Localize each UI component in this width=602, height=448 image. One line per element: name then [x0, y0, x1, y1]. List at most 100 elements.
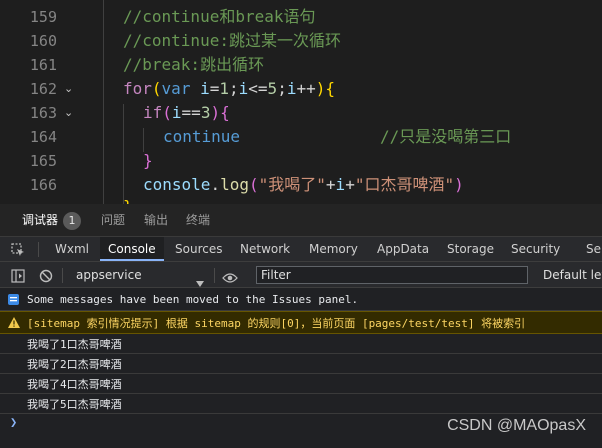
- punctuation: ;: [277, 79, 287, 98]
- identifier: i: [190, 79, 210, 98]
- comment: //break:跳出循环: [123, 55, 265, 74]
- operator: +: [345, 175, 355, 194]
- function: log: [220, 175, 249, 194]
- console-output[interactable]: Some messages have been moved to the Iss…: [0, 288, 602, 448]
- bracket: }: [143, 151, 153, 170]
- code-line: 164 continue //只是没喝第三口: [0, 125, 602, 149]
- line-number: 165: [29, 152, 57, 170]
- line-number: 166: [29, 176, 57, 194]
- bracket: (: [151, 79, 162, 98]
- console-message: Some messages have been moved to the Iss…: [0, 288, 602, 311]
- message-text: 我喝了4口杰哥啤酒: [27, 377, 122, 391]
- string: "口杰哥啤酒": [354, 175, 455, 194]
- line-number: 161: [29, 56, 57, 74]
- divider: [214, 268, 215, 283]
- tab-appdata[interactable]: AppData: [377, 237, 429, 261]
- context-selector[interactable]: appservice: [76, 262, 142, 288]
- tab-sources[interactable]: Sources: [175, 237, 222, 261]
- tab-output[interactable]: 输出: [144, 204, 168, 237]
- number: 1: [219, 79, 229, 98]
- tab-console[interactable]: Console: [100, 237, 164, 261]
- punctuation: .: [210, 175, 221, 194]
- code-line: 165 }: [0, 149, 602, 173]
- tab-sensors[interactable]: Sen: [586, 237, 602, 261]
- line-number: 160: [29, 32, 57, 50]
- tab-debugger[interactable]: 调试器: [22, 204, 58, 237]
- identifier: console: [143, 175, 211, 194]
- code-line: 163 ⌄ if(i==3){: [0, 101, 602, 125]
- devtools-tab-bar: Wxml Console Sources Network Memory AppD…: [0, 237, 602, 262]
- console-toolbar: appservice Default levels: [0, 262, 602, 288]
- tab-terminal[interactable]: 终端: [186, 204, 210, 237]
- tab-issues[interactable]: 问题: [101, 204, 125, 237]
- tab-memory[interactable]: Memory: [309, 237, 358, 261]
- bracket: (: [162, 103, 172, 122]
- number: 3: [200, 103, 211, 122]
- message-text: Some messages have been moved to the Iss…: [27, 292, 359, 306]
- message-text: 我喝了2口杰哥啤酒: [27, 357, 122, 371]
- clear-console-icon[interactable]: [39, 268, 53, 283]
- bracket: {: [325, 79, 336, 98]
- panel-tab-bar: 调试器 1 问题 输出 终端: [0, 204, 602, 237]
- bracket: {: [220, 103, 230, 122]
- eye-icon[interactable]: [222, 269, 238, 283]
- punctuation: ;: [229, 79, 239, 98]
- prompt-chevron-icon[interactable]: ❯: [10, 415, 17, 429]
- code-editor[interactable]: 159 //continue和break语句 160 //continue:跳过…: [0, 0, 602, 204]
- number: 5: [267, 79, 278, 98]
- keyword: for: [123, 79, 152, 98]
- tab-security[interactable]: Security: [511, 237, 560, 261]
- line-number: 164: [29, 128, 57, 146]
- console-log: 我喝了1口杰哥啤酒: [0, 334, 602, 354]
- code-line: 166 console.log("我喝了"+i+"口杰哥啤酒"): [0, 173, 602, 197]
- tab-network[interactable]: Network: [240, 237, 290, 261]
- bracket: (: [248, 175, 259, 194]
- watermark: CSDN @MAOpasX: [447, 417, 586, 434]
- operator: +: [325, 175, 336, 194]
- line-number: 162: [29, 80, 57, 98]
- code-line: 161 //break:跳出循环: [0, 53, 602, 77]
- divider: [62, 268, 63, 283]
- message-text: 我喝了5口杰哥啤酒: [27, 397, 122, 411]
- code-line: 160 //continue:跳过某一次循环: [0, 29, 602, 53]
- chevron-down-icon[interactable]: ⌄: [64, 101, 76, 125]
- keyword: if: [143, 103, 163, 122]
- sidebar-toggle-icon[interactable]: [11, 268, 25, 283]
- info-icon: [8, 294, 19, 305]
- issue-count-badge: 1: [63, 212, 81, 230]
- message-text: 我喝了1口杰哥啤酒: [27, 337, 122, 351]
- tab-storage[interactable]: Storage: [447, 237, 494, 261]
- divider: [38, 242, 39, 257]
- chevron-down-icon[interactable]: ⌄: [64, 77, 76, 101]
- operator: ==: [181, 103, 201, 122]
- console-log: 我喝了2口杰哥啤酒: [0, 354, 602, 374]
- operator: <=: [248, 79, 268, 98]
- identifier: i: [335, 175, 346, 194]
- message-text: [sitemap 索引情况提示] 根据 sitemap 的规则[0]，当前页面 …: [27, 316, 526, 330]
- console-log: 我喝了5口杰哥啤酒: [0, 394, 602, 414]
- dropdown-arrow-icon[interactable]: [196, 272, 204, 287]
- code-line: 162 ⌄ for(var i=1;i<=5;i++){: [0, 77, 602, 101]
- code-line: }: [0, 195, 602, 204]
- line-number: 159: [29, 8, 57, 26]
- bracket: }: [123, 195, 133, 204]
- inspect-icon[interactable]: [11, 242, 25, 256]
- line-number: 163: [29, 104, 57, 122]
- filter-input[interactable]: [256, 266, 528, 284]
- if-statement: if(i==3){: [143, 101, 230, 125]
- operator: ++: [296, 79, 316, 98]
- comment: //只是没喝第三口: [380, 127, 512, 146]
- tab-wxml[interactable]: Wxml: [55, 237, 89, 261]
- keyword: continue: [163, 127, 241, 146]
- code-line: 159 //continue和break语句: [0, 5, 602, 29]
- keyword: var: [161, 79, 191, 98]
- bracket: ): [454, 175, 464, 194]
- log-levels-dropdown[interactable]: Default levels: [543, 262, 602, 288]
- string: "我喝了": [258, 175, 326, 194]
- identifier: i: [238, 79, 249, 98]
- console-warning: [sitemap 索引情况提示] 根据 sitemap 的规则[0]，当前页面 …: [0, 311, 602, 334]
- identifier: i: [171, 103, 182, 122]
- console-log: 我喝了4口杰哥啤酒: [0, 374, 602, 394]
- for-statement: for(var i=1;i<=5;i++){: [123, 77, 335, 101]
- bracket: ): [210, 103, 221, 122]
